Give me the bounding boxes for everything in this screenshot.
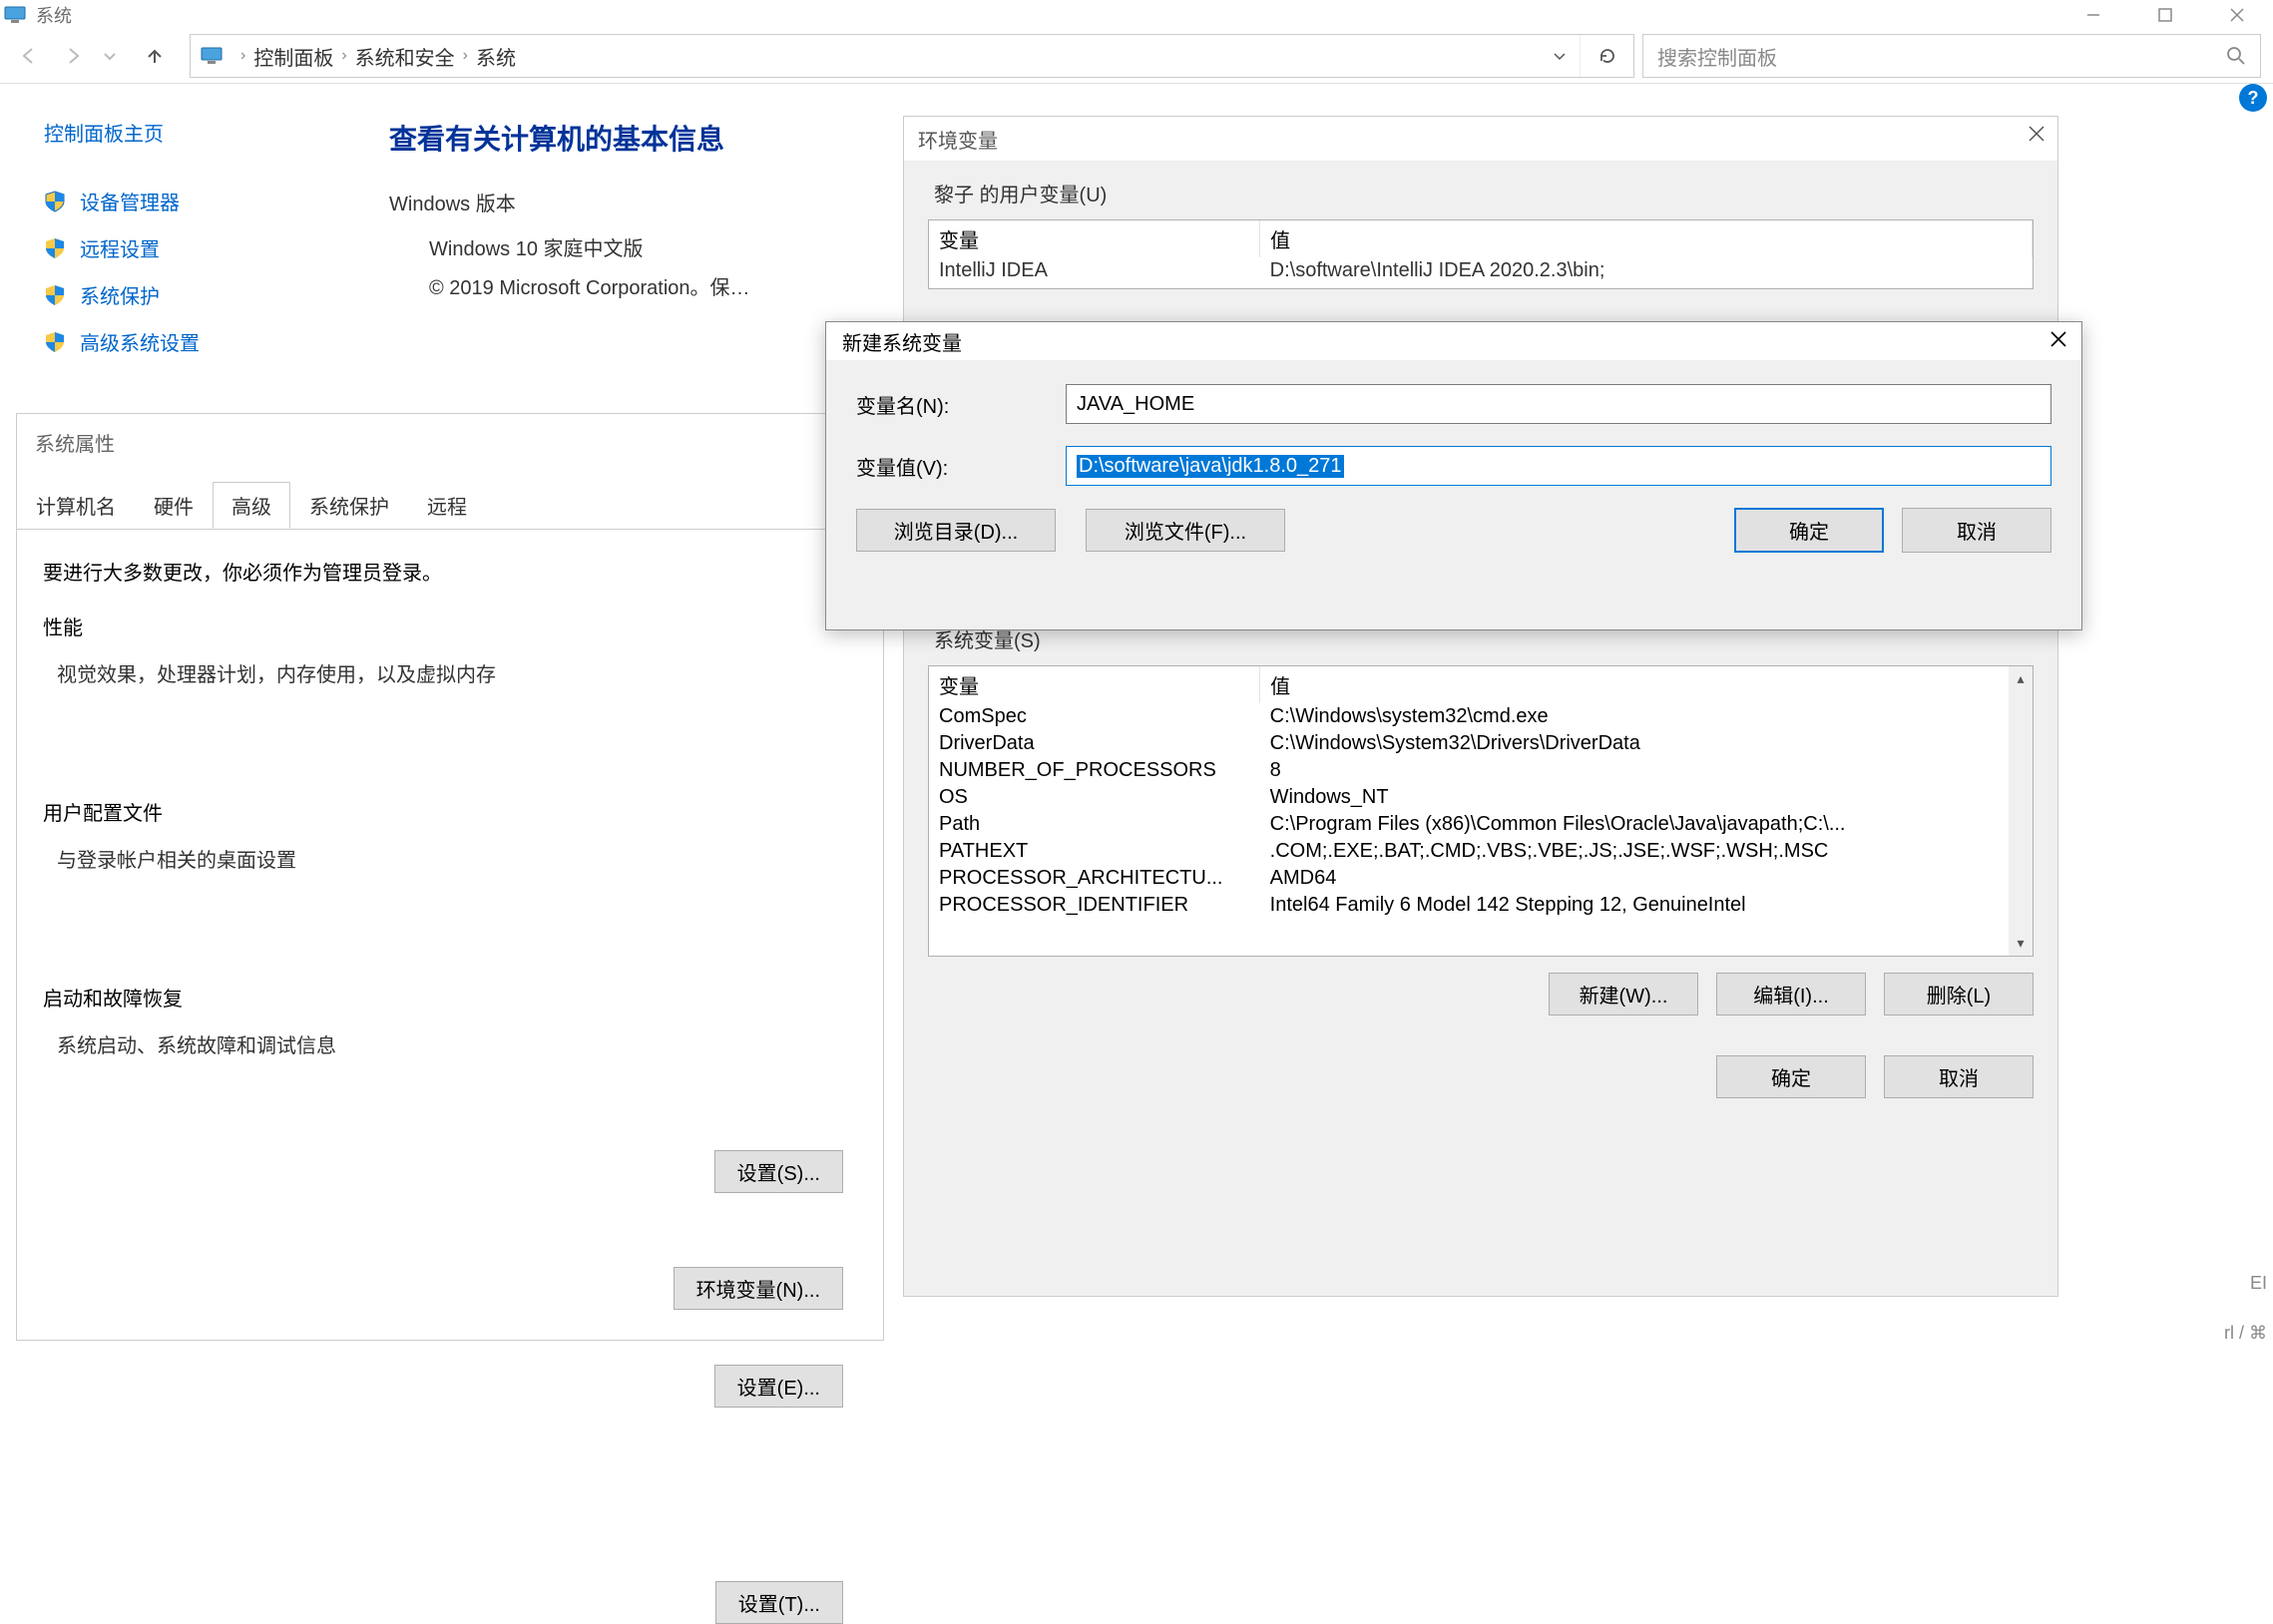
partial-text: EI	[2250, 1273, 2267, 1294]
env-ok-button[interactable]: 确定	[1716, 1055, 1866, 1098]
table-row: PathC:\Program Files (x86)\Common Files\…	[929, 811, 2033, 838]
shield-icon	[44, 330, 66, 354]
control-panel-home-link[interactable]: 控制面板主页	[44, 118, 389, 147]
startup-group-title: 启动和故障恢复	[43, 983, 857, 1012]
dialog-title: 环境变量	[918, 125, 998, 154]
breadcrumb[interactable]: 系统和安全	[351, 42, 459, 71]
user-vars-label: 黎子 的用户变量(U)	[934, 179, 2034, 207]
environment-variables-dialog: 环境变量 黎子 的用户变量(U) 变量值 IntelliJ IDEAD:\sof…	[903, 116, 2058, 1297]
table-row: PROCESSOR_ARCHITECTU...AMD64	[929, 865, 2033, 892]
table-row: NUMBER_OF_PROCESSORS8	[929, 757, 2033, 784]
sys-edit-button[interactable]: 编辑(I)...	[1716, 973, 1866, 1015]
table-row: PROCESSOR_IDENTIFIERIntel64 Family 6 Mod…	[929, 892, 2033, 919]
profiles-settings-button[interactable]: 设置(E)...	[714, 1365, 843, 1408]
link-label: 系统保护	[80, 280, 160, 309]
col-value[interactable]: 值	[1260, 666, 2033, 703]
startup-group-body: 系统启动、系统故障和调试信息	[57, 1029, 857, 1058]
remote-settings-link[interactable]: 远程设置	[44, 233, 389, 262]
nav-recent[interactable]	[100, 39, 120, 73]
breadcrumb[interactable]: 系统	[472, 42, 520, 71]
browse-directory-button[interactable]: 浏览目录(D)...	[856, 509, 1056, 552]
table-row: OSWindows_NT	[929, 784, 2033, 811]
browse-file-button[interactable]: 浏览文件(F)...	[1086, 509, 1285, 552]
new-system-variable-dialog: 新建系统变量 变量名(N): 变量值(V): D:\software\java\…	[825, 321, 2082, 630]
tab-computer-name[interactable]: 计算机名	[17, 482, 135, 529]
chevron-right-icon[interactable]: ›	[337, 47, 350, 65]
table-row: ComSpecC:\Windows\system32\cmd.exe	[929, 703, 2033, 730]
shield-icon	[44, 236, 66, 260]
chevron-right-icon[interactable]: ›	[459, 47, 472, 65]
advanced-system-settings-link[interactable]: 高级系统设置	[44, 327, 389, 356]
system-protection-link[interactable]: 系统保护	[44, 280, 389, 309]
address-dropdown[interactable]	[1540, 35, 1580, 77]
tab-advanced[interactable]: 高级	[213, 482, 290, 529]
window-minimize[interactable]	[2057, 0, 2129, 30]
chevron-up-icon[interactable]: ▴	[2017, 666, 2024, 691]
system-vars-table[interactable]: 变量值 ComSpecC:\Windows\system32\cmd.exe D…	[928, 665, 2034, 957]
scrollbar[interactable]: ▴▾	[2009, 666, 2033, 956]
var-value-label: 变量值(V):	[856, 452, 1066, 481]
link-label: 远程设置	[80, 233, 160, 262]
tab-remote[interactable]: 远程	[408, 482, 486, 529]
refresh-button[interactable]	[1580, 35, 1633, 77]
var-name-input[interactable]	[1066, 384, 2051, 424]
close-icon[interactable]	[2049, 330, 2067, 348]
table-row: IntelliJ IDEAD:\software\IntelliJ IDEA 2…	[929, 257, 2033, 284]
window-close[interactable]	[2201, 0, 2273, 30]
system-properties-dialog: 系统属性 计算机名 硬件 高级 系统保护 远程 要进行大多数更改，你必须作为管理…	[16, 413, 884, 1341]
link-label: 设备管理器	[80, 187, 180, 215]
address-bar[interactable]: › 控制面板 › 系统和安全 › 系统	[190, 34, 1634, 78]
tab-hardware[interactable]: 硬件	[135, 482, 213, 529]
breadcrumb[interactable]: 控制面板	[249, 42, 337, 71]
startup-settings-button[interactable]: 设置(T)...	[715, 1581, 843, 1624]
window-title: 系统	[36, 2, 72, 28]
performance-group-body: 视觉效果，处理器计划，内存使用，以及虚拟内存	[57, 658, 857, 687]
shield-icon	[44, 283, 66, 307]
partial-text: rl / ⌘	[2224, 1323, 2267, 1344]
search-input[interactable]: 搜索控制面板	[1642, 34, 2261, 78]
search-placeholder: 搜索控制面板	[1657, 42, 1777, 71]
nav-up[interactable]	[138, 39, 172, 73]
col-value[interactable]: 值	[1260, 220, 2033, 257]
right-edge-strip: EI rl / ⌘	[2223, 116, 2273, 1381]
sys-new-button[interactable]: 新建(W)...	[1549, 973, 1698, 1015]
search-icon	[2226, 46, 2246, 66]
nav-forward[interactable]	[56, 39, 90, 73]
chevron-right-icon[interactable]: ›	[236, 47, 249, 65]
window-maximize[interactable]	[2129, 0, 2201, 30]
tab-system-protection[interactable]: 系统保护	[290, 482, 408, 529]
col-variable[interactable]: 变量	[929, 220, 1260, 257]
shield-icon	[44, 190, 66, 213]
table-row: PATHEXT.COM;.EXE;.BAT;.CMD;.VBS;.VBE;.JS…	[929, 838, 2033, 865]
table-row: DriverDataC:\Windows\System32\Drivers\Dr…	[929, 730, 2033, 757]
env-cancel-button[interactable]: 取消	[1884, 1055, 2034, 1098]
dialog-title: 新建系统变量	[842, 327, 962, 356]
user-vars-table[interactable]: 变量值 IntelliJ IDEAD:\software\IntelliJ ID…	[928, 219, 2034, 289]
performance-settings-button[interactable]: 设置(S)...	[714, 1150, 843, 1193]
col-variable[interactable]: 变量	[929, 666, 1260, 703]
profiles-group-body: 与登录帐户相关的桌面设置	[57, 844, 857, 873]
link-label: 高级系统设置	[80, 327, 200, 356]
newvar-cancel-button[interactable]: 取消	[1902, 508, 2051, 553]
profiles-group-title: 用户配置文件	[43, 797, 857, 826]
device-manager-link[interactable]: 设备管理器	[44, 187, 389, 215]
nav-back[interactable]	[12, 39, 46, 73]
dialog-title: 系统属性	[17, 414, 883, 471]
environment-variables-button[interactable]: 环境变量(N)...	[674, 1267, 843, 1310]
sys-delete-button[interactable]: 删除(L)	[1884, 973, 2034, 1015]
var-name-label: 变量名(N):	[856, 390, 1066, 419]
close-icon[interactable]	[2028, 125, 2046, 143]
monitor-icon	[201, 47, 223, 65]
admin-note: 要进行大多数更改，你必须作为管理员登录。	[43, 557, 857, 586]
performance-group-title: 性能	[43, 611, 857, 640]
var-value-input[interactable]: D:\software\java\jdk1.8.0_271	[1066, 446, 2051, 486]
monitor-icon	[4, 6, 26, 24]
help-icon[interactable]: ?	[2239, 84, 2267, 112]
chevron-down-icon[interactable]: ▾	[2017, 931, 2024, 956]
newvar-ok-button[interactable]: 确定	[1734, 508, 1884, 553]
